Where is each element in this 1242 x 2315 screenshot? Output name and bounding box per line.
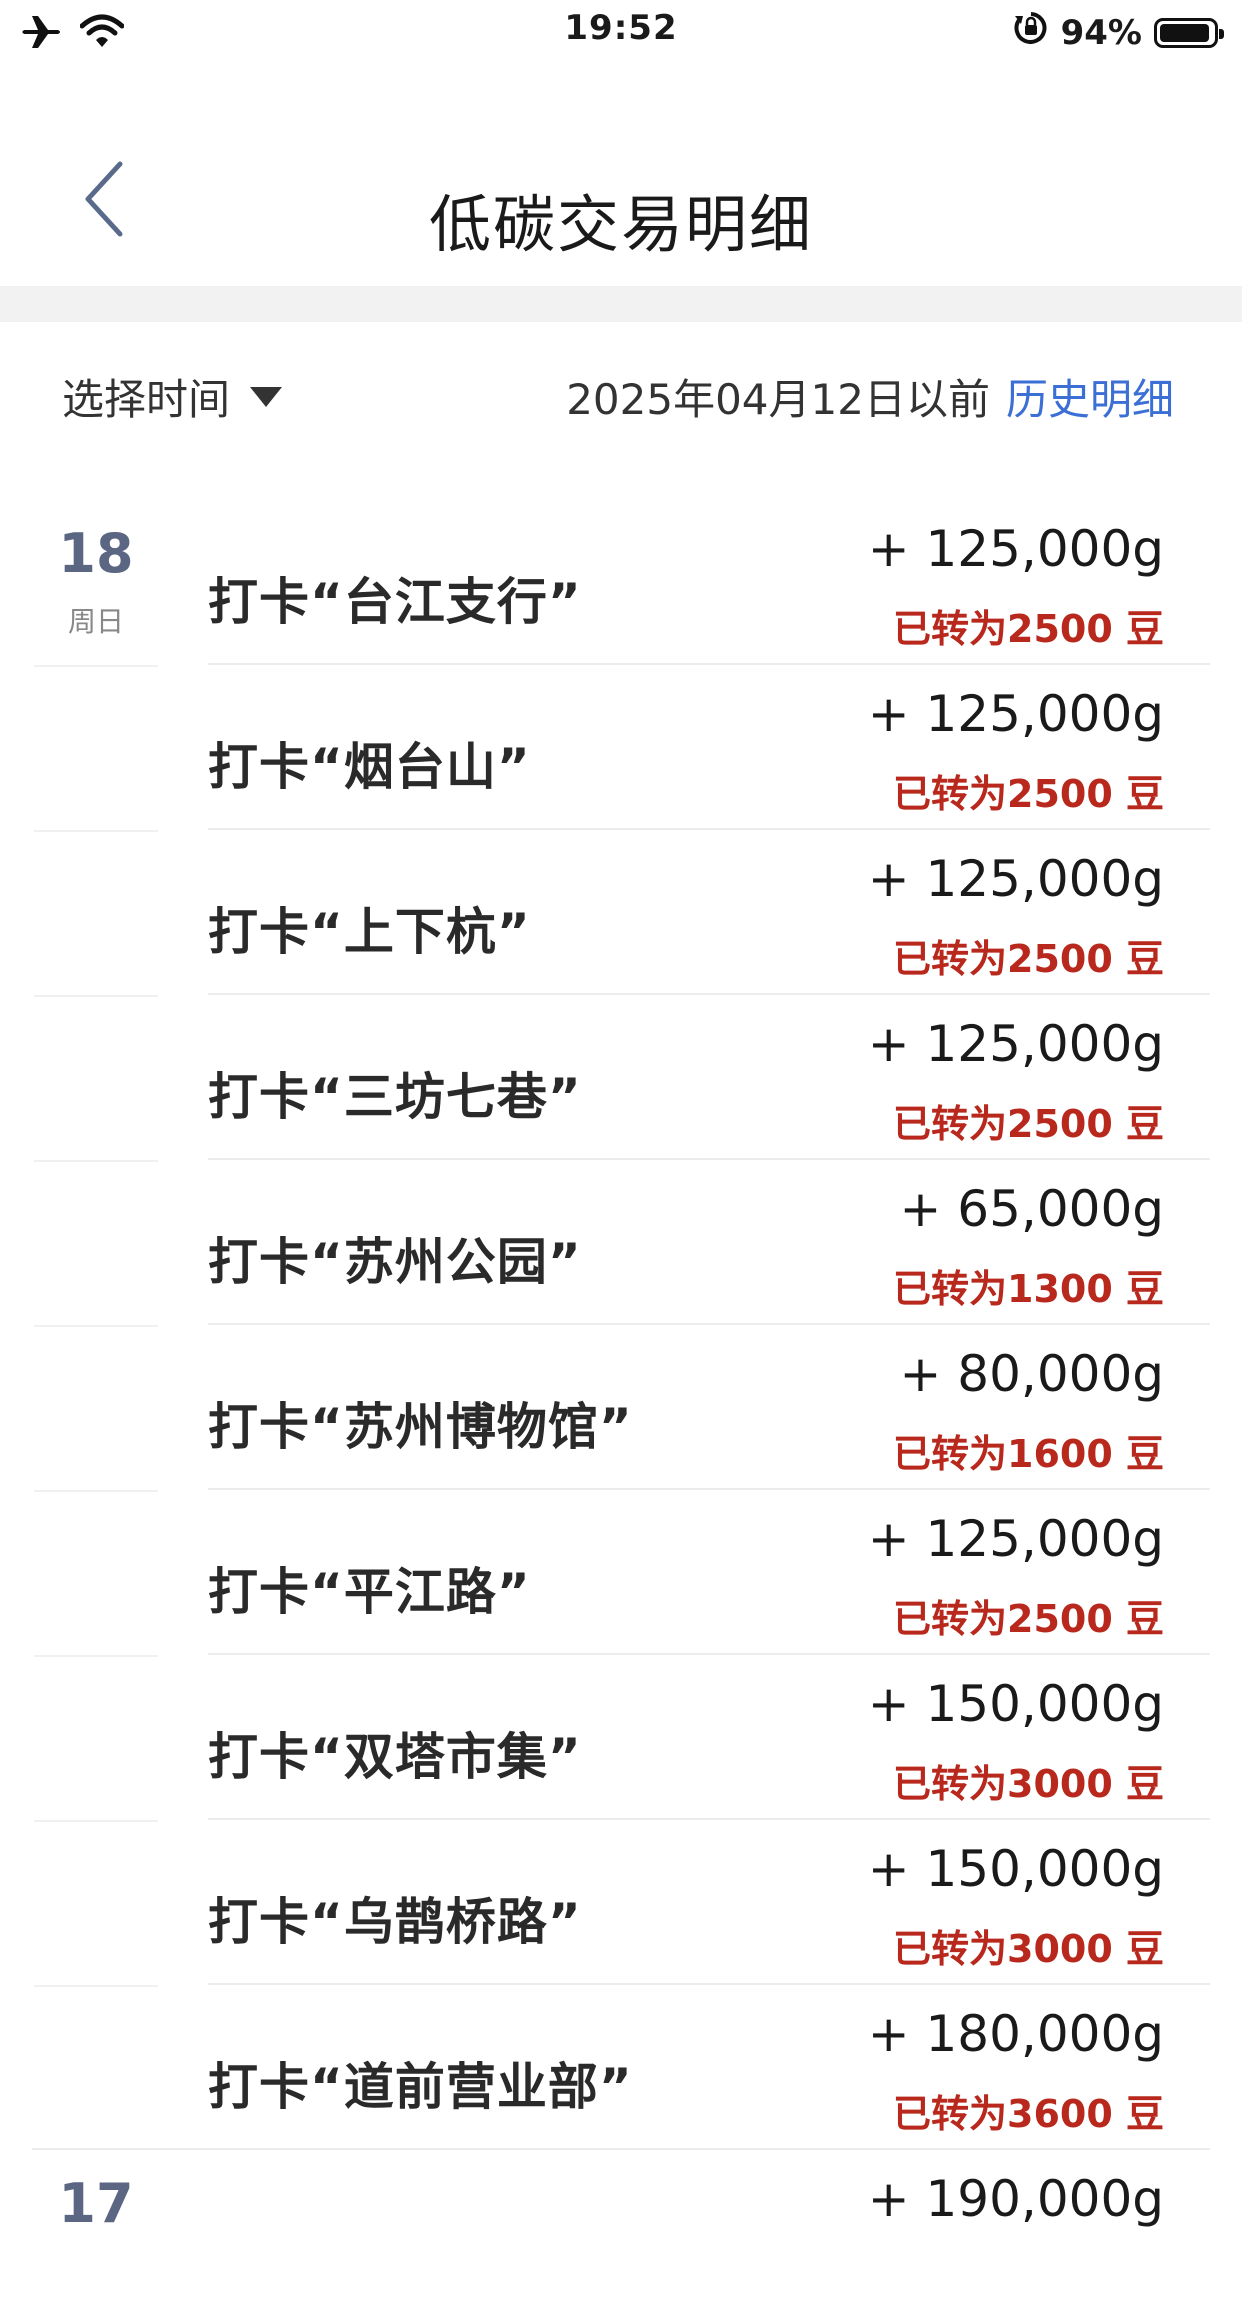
transaction-list: 18 周日 打卡“台江支行” + 125,000g 已转为2500 豆 打卡“烟… xyxy=(0,500,1242,2315)
transaction-title: 打卡“台江支行” xyxy=(208,573,582,631)
date-column xyxy=(34,830,158,995)
status-bar: 19:52 94% xyxy=(0,0,1242,64)
orientation-lock-icon xyxy=(1013,10,1049,55)
battery-percent: 94% xyxy=(1060,12,1142,53)
transaction-amount: + 180,000g xyxy=(867,2005,1164,2063)
transaction-amount: + 125,000g xyxy=(867,850,1164,908)
transaction-title: 打卡“三坊七巷” xyxy=(208,1068,582,1126)
transaction-row[interactable]: 打卡“苏州公园” + 65,000g 已转为1300 豆 xyxy=(0,1160,1242,1325)
date-column: 17 xyxy=(34,2150,158,2315)
history-info: 2025年04月12日以前 历史明细 xyxy=(566,366,1174,427)
transaction-amount: + 150,000g xyxy=(867,1840,1164,1898)
transaction-title: 打卡“双塔市集” xyxy=(208,1728,582,1786)
transaction-amount: + 125,000g xyxy=(867,520,1164,578)
transaction-row[interactable]: 17 + 190,000g xyxy=(0,2150,1242,2315)
transaction-amount: + 125,000g xyxy=(867,1015,1164,1073)
bean-conversion: 已转为2500 豆 xyxy=(893,607,1164,651)
transaction-row[interactable]: 打卡“烟台山” + 125,000g 已转为2500 豆 xyxy=(0,665,1242,830)
section-divider xyxy=(0,286,1242,322)
history-detail-link[interactable]: 历史明细 xyxy=(1006,375,1174,424)
bean-conversion: 已转为1600 豆 xyxy=(893,1432,1164,1476)
time-select-label: 选择时间 xyxy=(62,375,231,424)
bean-conversion: 已转为2500 豆 xyxy=(893,1597,1164,1641)
transaction-title: 打卡“苏州公园” xyxy=(208,1233,582,1291)
day-number: 17 xyxy=(58,2172,134,2235)
transaction-row[interactable]: 打卡“乌鹊桥路” + 150,000g 已转为3000 豆 xyxy=(0,1820,1242,1985)
transaction-row[interactable]: 打卡“苏州博物馆” + 80,000g 已转为1600 豆 xyxy=(0,1325,1242,1490)
transaction-amount: + 65,000g xyxy=(899,1180,1164,1238)
transaction-title: 打卡“平江路” xyxy=(208,1563,531,1621)
time-select-dropdown[interactable]: 选择时间 xyxy=(62,366,283,427)
transaction-row[interactable]: 18 周日 打卡“台江支行” + 125,000g 已转为2500 豆 xyxy=(0,500,1242,665)
bean-conversion: 已转为3600 豆 xyxy=(893,2092,1164,2136)
transaction-amount: + 125,000g xyxy=(867,685,1164,743)
date-column xyxy=(34,1325,158,1490)
date-column xyxy=(34,1160,158,1325)
caret-down-icon xyxy=(250,386,283,407)
transaction-row[interactable]: 打卡“三坊七巷” + 125,000g 已转为2500 豆 xyxy=(0,995,1242,1160)
battery-icon xyxy=(1154,17,1224,48)
weekday-label: 周日 xyxy=(67,605,124,638)
page-title: 低碳交易明细 xyxy=(428,188,813,261)
bean-conversion: 已转为2500 豆 xyxy=(893,772,1164,816)
transaction-title: 打卡“道前营业部” xyxy=(208,2058,633,2116)
navigation-bar: 低碳交易明细 xyxy=(0,64,1242,286)
bean-conversion: 已转为1300 豆 xyxy=(893,1267,1164,1311)
transaction-title: 打卡“上下杭” xyxy=(208,903,531,961)
filter-bar: 选择时间 2025年04月12日以前 历史明细 xyxy=(0,322,1242,462)
transaction-title: 打卡“乌鹊桥路” xyxy=(208,1893,582,1951)
transaction-row[interactable]: 打卡“双塔市集” + 150,000g 已转为3000 豆 xyxy=(0,1655,1242,1820)
date-column: 18 周日 xyxy=(34,500,158,665)
transaction-amount: + 80,000g xyxy=(899,1345,1164,1403)
date-column xyxy=(34,1820,158,1985)
date-column xyxy=(34,995,158,1160)
transaction-amount: + 190,000g xyxy=(867,2170,1164,2228)
history-date-text: 2025年04月12日以前 xyxy=(566,375,990,424)
bean-conversion: 已转为3000 豆 xyxy=(893,1927,1164,1971)
bean-conversion: 已转为3000 豆 xyxy=(893,1762,1164,1806)
transaction-title: 打卡“苏州博物馆” xyxy=(208,1398,633,1456)
bean-conversion: 已转为2500 豆 xyxy=(893,937,1164,981)
transaction-row[interactable]: 打卡“道前营业部” + 180,000g 已转为3600 豆 xyxy=(0,1985,1242,2150)
date-column xyxy=(34,1655,158,1820)
transaction-title: 打卡“烟台山” xyxy=(208,738,531,796)
bean-conversion: 已转为2500 豆 xyxy=(893,1102,1164,1146)
day-number: 18 xyxy=(58,522,134,585)
transaction-row[interactable]: 打卡“平江路” + 125,000g 已转为2500 豆 xyxy=(0,1490,1242,1655)
transaction-amount: + 150,000g xyxy=(867,1675,1164,1733)
date-column xyxy=(34,1985,158,2150)
transaction-row[interactable]: 打卡“上下杭” + 125,000g 已转为2500 豆 xyxy=(0,830,1242,995)
date-column xyxy=(34,665,158,830)
transaction-amount: + 125,000g xyxy=(867,1510,1164,1568)
date-column xyxy=(34,1490,158,1655)
